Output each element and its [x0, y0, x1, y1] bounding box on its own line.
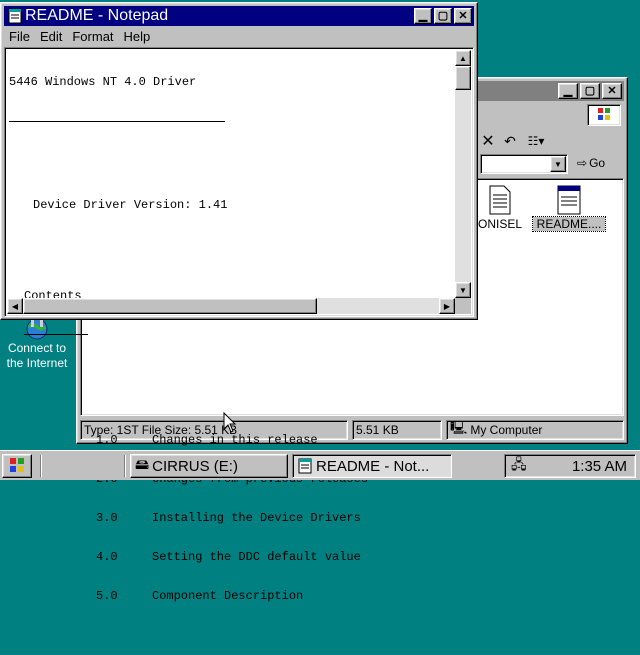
- chevron-down-icon[interactable]: ▼: [550, 156, 566, 172]
- list-item-selected[interactable]: README....: [532, 185, 606, 232]
- minimize-icon[interactable]: ▁: [414, 8, 432, 24]
- menu-format[interactable]: Format: [67, 29, 118, 44]
- mouse-cursor-icon: [223, 411, 237, 434]
- taskbar-divider: [124, 455, 126, 477]
- windows-flag-icon: [7, 457, 27, 476]
- text-editor[interactable]: 5446 Windows NT 4.0 Driver Device Driver…: [4, 47, 474, 603]
- taskbar: 🖴 CIRRUS (E:) README - Not... 🖧 1:35 AM: [0, 450, 640, 480]
- minimize-icon[interactable]: ▁: [558, 83, 578, 99]
- explorer-toolbar: ✕ ↶ ☷▾: [477, 130, 551, 152]
- doc-version: Device Driver Version: 1.41: [33, 198, 228, 212]
- delete-icon[interactable]: ✕: [477, 131, 499, 151]
- task-button-cirrus[interactable]: 🖴 CIRRUS (E:): [130, 454, 288, 478]
- size-grip[interactable]: [455, 298, 471, 314]
- toc-list: 1.0Changes in this release 2.0Changes fr…: [9, 408, 455, 629]
- document-icon: [488, 185, 512, 215]
- toc-item: 3.0 Installing the Device Drivers: [96, 511, 361, 525]
- scroll-up-icon[interactable]: ▲: [455, 50, 471, 66]
- doc-rule: [24, 329, 88, 335]
- menu-file[interactable]: File: [4, 29, 35, 44]
- windows-logo-icon: [587, 104, 621, 126]
- address-bar[interactable]: ▼: [480, 154, 568, 174]
- maximize-icon[interactable]: ▢: [580, 83, 600, 99]
- menu-bar: File Edit Format Help: [4, 27, 155, 46]
- notepad-icon: [7, 8, 23, 24]
- doc-rule: [9, 115, 225, 122]
- network-icon[interactable]: 🖧: [511, 454, 527, 478]
- window-title: README - Notepad: [25, 7, 169, 24]
- notepad-document-icon: [556, 185, 582, 215]
- horizontal-scrollbar[interactable]: ◀ ▶: [7, 298, 455, 314]
- scroll-down-icon[interactable]: ▼: [455, 282, 471, 298]
- vertical-scrollbar[interactable]: ▲ ▼: [455, 50, 471, 298]
- document-text: 5446 Windows NT 4.0 Driver Device Driver…: [9, 50, 455, 655]
- toc-item: 4.0 Setting the DDC default value: [96, 550, 361, 564]
- views-icon[interactable]: ☷▾: [521, 134, 551, 148]
- notepad-icon: [297, 458, 313, 474]
- close-icon[interactable]: ✕: [602, 83, 622, 99]
- drive-icon: 🖴: [135, 456, 150, 472]
- go-button[interactable]: ⇨ Go: [577, 156, 605, 170]
- scroll-right-icon[interactable]: ▶: [439, 298, 455, 314]
- task-button-notepad[interactable]: README - Not...: [292, 454, 452, 478]
- clock[interactable]: 1:35 AM: [572, 458, 627, 475]
- start-button[interactable]: [2, 454, 32, 478]
- toc-item: 5.0 Component Description: [96, 589, 304, 603]
- notepad-window[interactable]: README - Notepad ▁ ▢ ✕ File Edit Format …: [0, 2, 478, 603]
- toc-item: 1.0 Changes in this release: [96, 433, 318, 447]
- scroll-thumb-vertical[interactable]: [455, 66, 471, 90]
- list-item[interactable]: ONISEL: [473, 185, 527, 231]
- system-tray: 🖧 1:35 AM: [504, 454, 636, 478]
- close-icon[interactable]: ✕: [454, 8, 472, 24]
- notepad-titlebar[interactable]: README - Notepad ▁ ▢ ✕: [4, 6, 474, 26]
- menu-edit[interactable]: Edit: [35, 29, 67, 44]
- scroll-thumb-horizontal[interactable]: [23, 298, 317, 314]
- maximize-icon[interactable]: ▢: [434, 8, 452, 24]
- scroll-left-icon[interactable]: ◀: [7, 298, 23, 314]
- go-arrow-icon: ⇨: [577, 156, 588, 170]
- menu-help[interactable]: Help: [119, 29, 156, 44]
- doc-heading: 5446 Windows NT 4.0 Driver: [9, 75, 197, 89]
- taskbar-divider: [40, 455, 42, 477]
- status-zone: 🖳 My Computer: [446, 420, 624, 440]
- properties-icon[interactable]: ↶: [499, 133, 521, 150]
